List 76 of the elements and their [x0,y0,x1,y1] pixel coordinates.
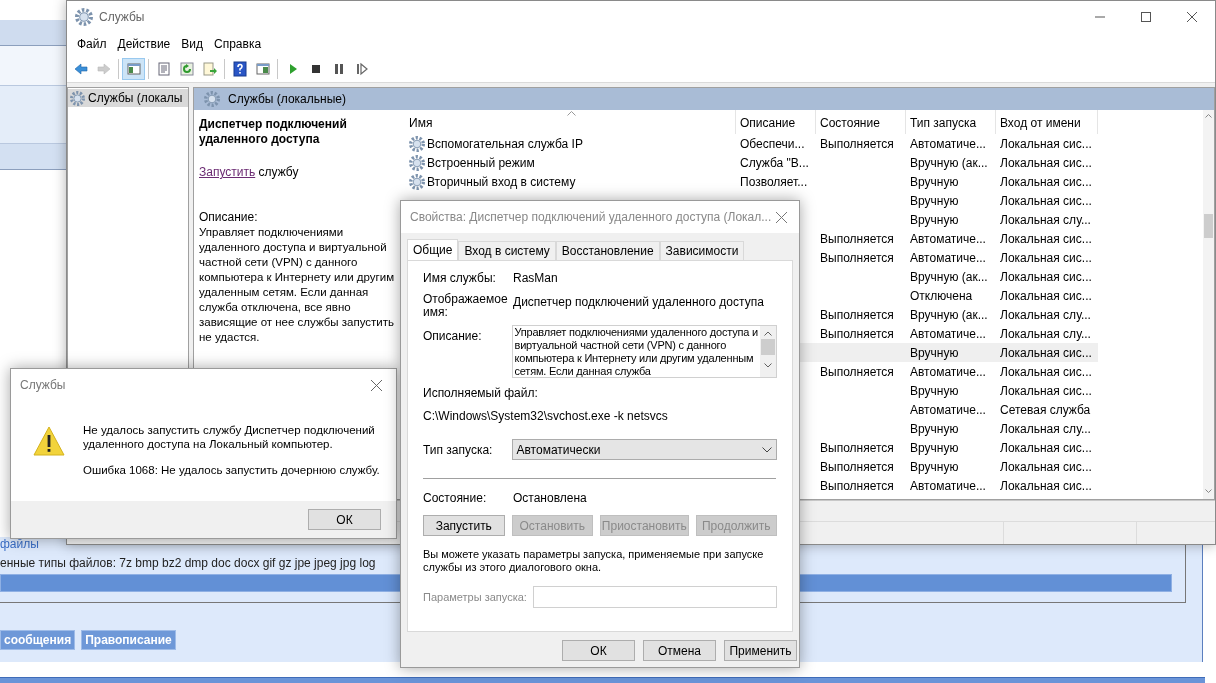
field-label: Состояние: [423,491,488,505]
table-cell: Локальная сис... [1000,459,1092,474]
table-cell: Вручную [910,383,959,398]
field-label: Исполняемый файл: [423,386,538,400]
window-title: Службы [99,9,145,26]
table-cell: Вспомогательная служба IP [427,136,583,151]
table-cell: Автоматиче... [910,250,986,265]
field-value: Диспетчер подключений удаленного доступа [513,295,764,311]
table-cell: Автоматиче... [910,364,986,379]
table-cell: Вручную [910,193,959,208]
table-cell: Выполняется [820,326,894,341]
field-label: Отображаемое имя: [423,293,507,321]
field-value: RasMan [513,271,558,285]
table-cell: Локальная слу... [1000,212,1091,227]
table-cell: Вручную [910,345,959,360]
description-text: Управляет подключениями удаленного доступа и виртуальной частной сети (VPN) с данного компьютера к Интернету или другим удаленным сетям. Если данная служба отключена, все явно зависящие от нее службы запустить не удастся. [199,225,396,345]
field-value: Остановлена [513,491,587,505]
table-cell: Обеспечи... [740,136,805,151]
service-title: Диспетчер подключений удаленного доступа [199,117,348,147]
table-cell: Локальная сис... [1000,136,1092,151]
table-cell: Отключена [910,288,973,303]
table-cell: Локальная слу... [1000,421,1091,436]
table-cell: Выполняется [820,231,894,246]
table-cell: Выполняется [820,440,894,455]
table-cell: Выполняется [820,250,894,265]
table-cell: Автоматиче... [910,326,986,341]
table-cell: Вручную (ак... [910,155,988,170]
table-cell: Вручную [910,421,959,436]
table-cell: Выполняется [820,307,894,322]
table-cell: Выполняется [820,136,894,151]
table-cell: Локальная сис... [1000,478,1092,493]
table-cell: Выполняется [820,478,894,493]
table-cell: Выполняется [820,364,894,379]
table-cell: Локальная слу... [1000,326,1091,341]
table-cell: Позволяет... [740,174,808,189]
table-cell: Локальная сис... [1000,250,1092,265]
table-cell: Локальная сис... [1000,269,1092,284]
table-cell: Автоматиче... [910,136,986,151]
table-cell: Автоматиче... [910,231,986,246]
table-cell: Вручную [910,174,959,189]
table-cell: Локальная сис... [1000,288,1092,303]
table-cell: Вручную [910,440,959,455]
table-cell: Встроенный режим [427,155,535,170]
file-types-text: енные типы файлов: 7z bmp bz2 dmp doc docx gif gz jpe jpeg jpg log [0,556,376,570]
table-cell: Локальная сис... [1000,364,1092,379]
table-cell: Служба "В... [740,155,809,170]
table-cell: Локальная сис... [1000,383,1092,398]
table-cell: Локальная слу... [1000,307,1091,322]
table-cell: Локальная сис... [1000,345,1092,360]
table-cell: Локальная сис... [1000,155,1092,170]
field-label: Описание: [423,329,483,345]
error-code: Ошибка 1068: Не удалось запустить дочернюю службу. [83,463,380,477]
pane-title: Службы (локальные) [228,92,346,106]
field-label: Имя службы: [423,271,497,285]
error-message: Не удалось запустить службу Диспетчер подключений удаленного доступа на Локальный компьютер. [83,423,376,451]
executable-path: C:\Windows\System32\svchost.exe -k netsvcs [423,409,668,423]
field-label: Тип запуска: [423,442,494,457]
table-cell: Вручную (ак... [910,307,988,322]
table-cell: Локальная сис... [1000,193,1092,208]
table-cell: Локальная сис... [1000,231,1092,246]
table-cell: Автоматиче... [910,478,986,493]
table-cell: Выполняется [820,459,894,474]
description-label: Описание: [199,210,258,225]
table-cell: Автоматиче... [910,402,986,417]
hint-text: Вы можете указать параметры запуска, применяемые при запуске службы из этого диалогового окна. [423,548,765,574]
table-cell: Вручную (ак... [910,269,988,284]
table-cell: Локальная сис... [1000,440,1092,455]
table-cell: Сетевая служба [1000,402,1091,417]
dialog-title: Свойства: Диспетчер подключений удаленного доступа (Локал... [410,210,772,224]
table-cell: Локальная сис... [1000,174,1092,189]
table-cell: Вручную [910,212,959,227]
dialog-title: Службы [20,378,66,392]
table-cell: Вручную [910,459,959,474]
table-cell: Вторичный вход в систему [427,174,576,189]
action-sentence: Запустить службу [199,165,299,180]
field-label: Параметры запуска: [423,590,528,604]
